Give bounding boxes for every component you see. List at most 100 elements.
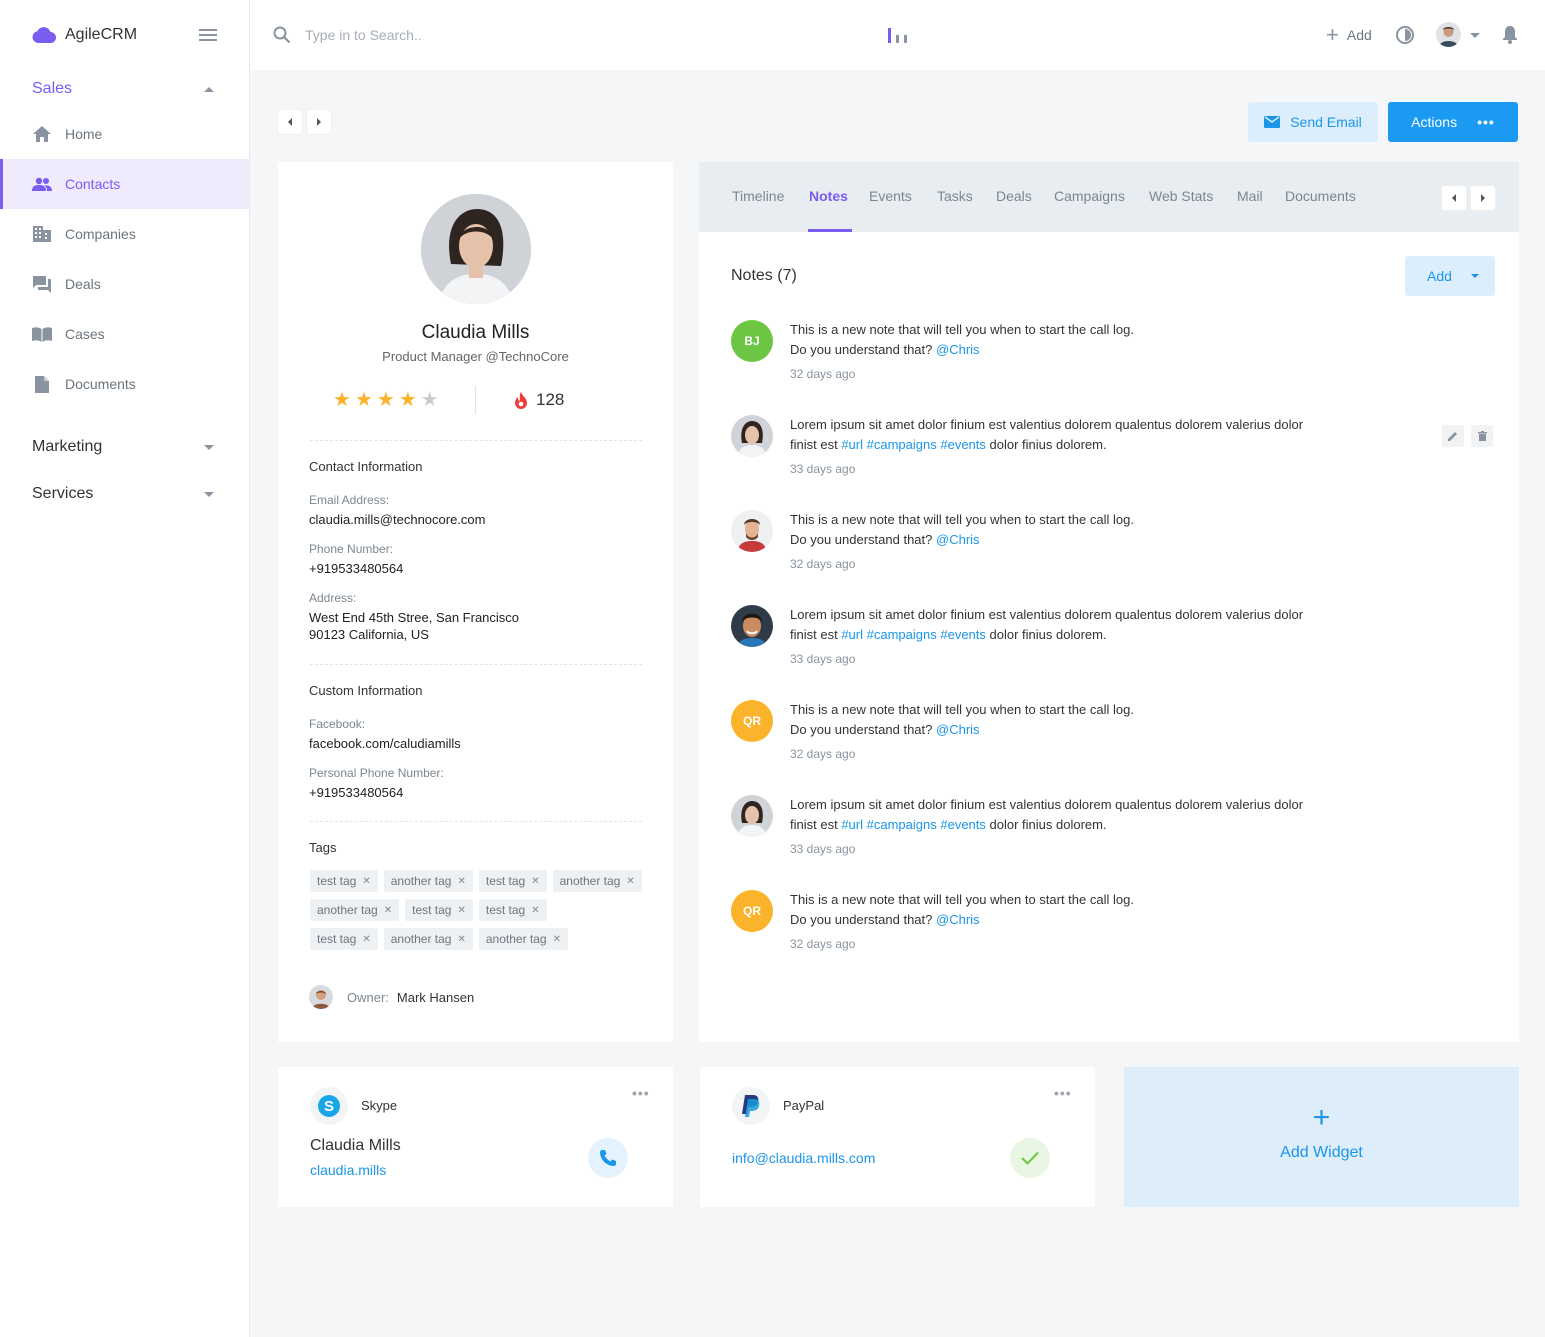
owner-name[interactable]: Mark Hansen xyxy=(397,990,474,1005)
close-icon[interactable]: ✕ xyxy=(626,876,634,887)
close-icon[interactable]: ✕ xyxy=(531,905,539,916)
star-rating[interactable]: ★ ★ ★ ★ ★ xyxy=(333,390,443,410)
tab-deals[interactable]: Deals xyxy=(996,188,1032,204)
tag-list: test tag ✕ another tag ✕ test tag ✕ another… xyxy=(310,870,650,957)
sidebar-item-cases[interactable]: Cases xyxy=(0,309,249,359)
close-icon[interactable]: ✕ xyxy=(457,905,465,916)
hashtag-link[interactable]: #events xyxy=(940,437,986,452)
paypal-email-link[interactable]: info@claudia.mills.com xyxy=(732,1150,875,1166)
search-input[interactable] xyxy=(305,24,605,46)
tab-documents[interactable]: Documents xyxy=(1285,188,1356,204)
tag[interactable]: test tag ✕ xyxy=(478,870,547,892)
tag[interactable]: another tag ✕ xyxy=(552,870,642,892)
hashtag-link[interactable]: #campaigns xyxy=(867,627,937,642)
tag-label: another tag xyxy=(317,903,378,917)
note-text: This is a new note that will tell you wh… xyxy=(790,320,1390,360)
star-icon[interactable]: ★ xyxy=(421,390,439,410)
companies-icon xyxy=(32,224,52,244)
note-text: This is a new note that will tell you wh… xyxy=(790,700,1390,740)
tab-tasks[interactable]: Tasks xyxy=(937,188,973,204)
close-icon[interactable]: ✕ xyxy=(457,876,465,887)
facebook-value[interactable]: facebook.com/caludiamills xyxy=(309,735,461,752)
tab-campaigns[interactable]: Campaigns xyxy=(1054,188,1125,204)
add-note-button[interactable]: Add xyxy=(1405,256,1495,296)
tab-timeline[interactable]: Timeline xyxy=(732,188,784,204)
top-add-button[interactable]: + Add xyxy=(1326,24,1372,46)
edit-icon[interactable] xyxy=(1442,425,1464,447)
divider xyxy=(310,821,642,822)
tab-events[interactable]: Events xyxy=(869,188,912,204)
caret-down-icon[interactable] xyxy=(1471,274,1479,278)
sidebar-item-deals[interactable]: Deals xyxy=(0,259,249,309)
actions-button[interactable]: Actions ••• xyxy=(1388,102,1518,142)
tag[interactable]: another tag ✕ xyxy=(310,899,400,921)
section-marketing[interactable]: Marketing xyxy=(32,434,218,460)
next-contact-button[interactable] xyxy=(307,110,331,134)
mention-link[interactable]: @Chris xyxy=(936,722,980,737)
tabs-prev-button[interactable] xyxy=(1442,186,1466,210)
close-icon[interactable]: ✕ xyxy=(362,876,370,887)
address-label: Address: xyxy=(309,591,357,605)
email-value[interactable]: claudia.mills@technocore.com xyxy=(309,511,486,528)
call-button[interactable] xyxy=(588,1138,628,1178)
section-services[interactable]: Services xyxy=(32,481,218,507)
trash-icon[interactable] xyxy=(1471,425,1493,447)
more-icon[interactable]: ••• xyxy=(632,1085,650,1101)
sidebar-item-companies[interactable]: Companies xyxy=(0,209,249,259)
contacts-icon xyxy=(32,174,52,194)
tab-mail[interactable]: Mail xyxy=(1237,188,1263,204)
star-icon[interactable]: ★ xyxy=(377,390,395,410)
close-icon[interactable]: ✕ xyxy=(457,934,465,945)
star-icon[interactable]: ★ xyxy=(333,390,351,410)
tag[interactable]: test tag ✕ xyxy=(478,899,547,921)
note-line: This is a new note that will tell you wh… xyxy=(790,702,1134,717)
add-widget-button[interactable]: + Add Widget xyxy=(1124,1067,1519,1207)
note-time: 33 days ago xyxy=(790,462,856,476)
sidebar-item-documents[interactable]: Documents xyxy=(0,359,249,409)
more-icon[interactable]: ••• xyxy=(1054,1085,1072,1101)
brand[interactable]: AgileCRM xyxy=(32,22,137,48)
tabs-next-button[interactable] xyxy=(1471,186,1495,210)
notes-title: Notes (7) xyxy=(731,267,797,284)
mention-link[interactable]: @Chris xyxy=(936,342,980,357)
sidebar-item-contacts[interactable]: Contacts xyxy=(0,159,249,209)
note-line: dolor finius dolorem. xyxy=(989,817,1107,832)
hashtag-link[interactable]: #campaigns xyxy=(867,817,937,832)
close-icon[interactable]: ✕ xyxy=(553,934,561,945)
mention-link[interactable]: @Chris xyxy=(936,532,980,547)
tag[interactable]: another tag ✕ xyxy=(383,928,473,950)
menu-icon[interactable] xyxy=(199,29,217,42)
tag[interactable]: test tag ✕ xyxy=(310,928,378,950)
close-icon[interactable]: ✕ xyxy=(531,876,539,887)
timer-icon[interactable] xyxy=(1395,25,1415,50)
hashtag-link[interactable]: #url xyxy=(841,627,863,642)
star-icon[interactable]: ★ xyxy=(399,390,417,410)
phone-value[interactable]: +919533480564 xyxy=(309,560,403,577)
bell-icon[interactable] xyxy=(1502,25,1518,49)
hashtag-link[interactable]: #url xyxy=(841,437,863,452)
star-icon[interactable]: ★ xyxy=(355,390,373,410)
sidebar-item-home[interactable]: Home xyxy=(0,109,249,159)
section-sales[interactable]: Sales xyxy=(32,76,218,102)
note-line: Lorem ipsum sit amet dolor finium est va… xyxy=(790,797,1304,812)
hashtag-link[interactable]: #url xyxy=(841,817,863,832)
mention-link[interactable]: @Chris xyxy=(936,912,980,927)
user-avatar[interactable] xyxy=(1436,22,1461,47)
close-icon[interactable]: ✕ xyxy=(384,905,392,916)
send-email-button[interactable]: Send Email xyxy=(1248,102,1378,142)
hashtag-link[interactable]: #events xyxy=(940,817,986,832)
hashtag-link[interactable]: #events xyxy=(940,627,986,642)
close-icon[interactable]: ✕ xyxy=(362,934,370,945)
hashtag-link[interactable]: #campaigns xyxy=(867,437,937,452)
tag[interactable]: another tag ✕ xyxy=(383,870,473,892)
tag[interactable]: test tag ✕ xyxy=(405,899,473,921)
prev-contact-button[interactable] xyxy=(278,110,302,134)
personal-phone-value[interactable]: +919533480564 xyxy=(309,784,403,801)
deals-icon xyxy=(32,274,52,294)
tag[interactable]: another tag ✕ xyxy=(478,928,568,950)
tab-web-stats[interactable]: Web Stats xyxy=(1149,188,1213,204)
tag[interactable]: test tag ✕ xyxy=(310,870,378,892)
tab-notes[interactable]: Notes xyxy=(809,188,848,204)
caret-down-icon[interactable] xyxy=(1470,33,1480,38)
skype-handle-link[interactable]: claudia.mills xyxy=(310,1162,386,1178)
